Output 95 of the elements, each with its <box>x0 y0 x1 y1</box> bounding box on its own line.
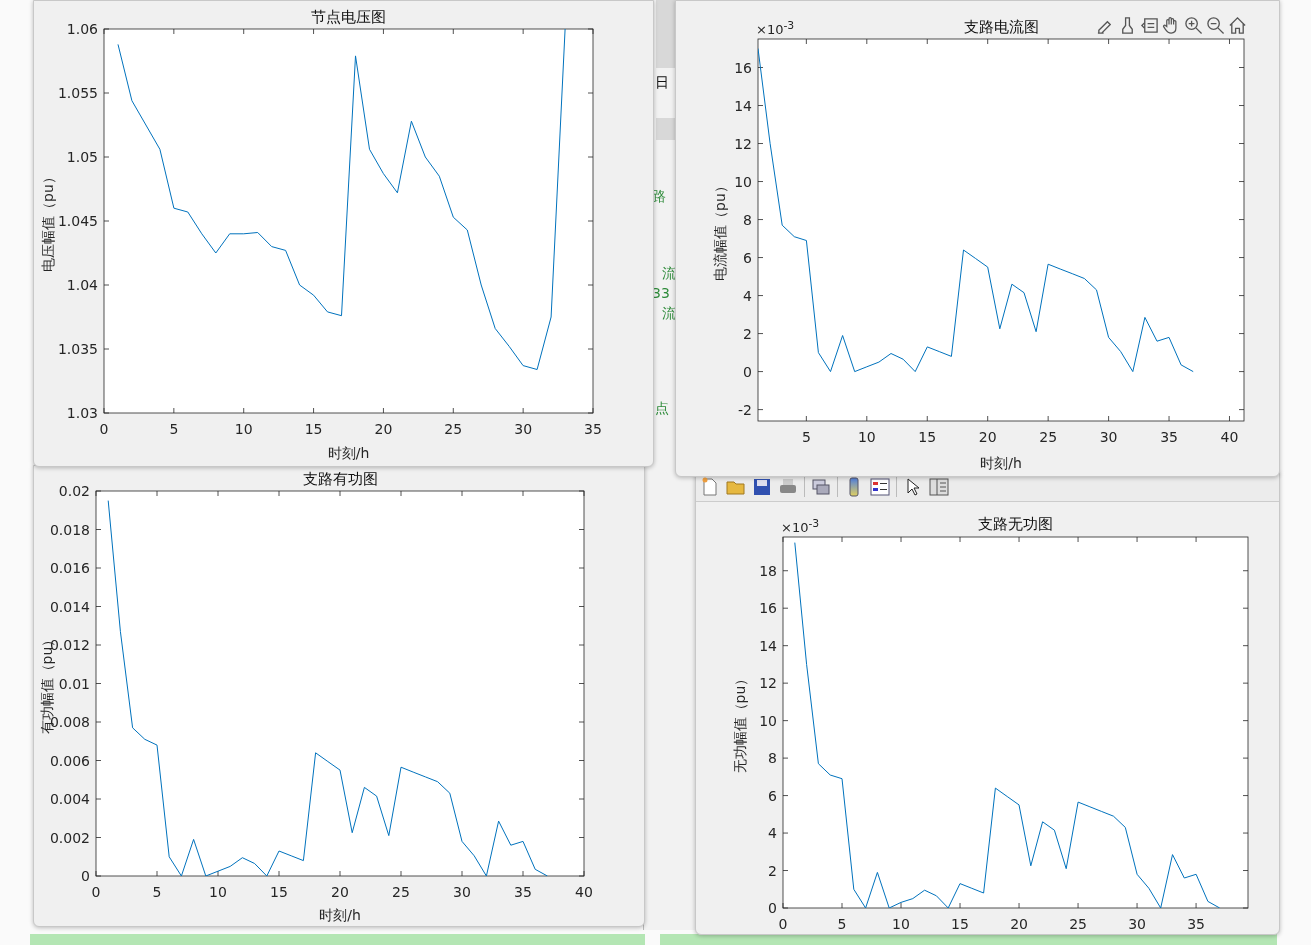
code-text: 流 <box>662 304 676 322</box>
tick-label: 20 <box>374 421 393 437</box>
zoom-in-icon[interactable] <box>1184 16 1203 35</box>
tick-label: 35 <box>1160 429 1178 445</box>
tick-label: 0 <box>99 421 109 437</box>
axis-label: 电压幅值（pu） <box>40 170 56 272</box>
code-text: 33 <box>652 284 670 302</box>
tick-label: 5 <box>152 884 162 900</box>
tick-label: 15 <box>304 421 323 437</box>
link-icon[interactable] <box>811 477 831 497</box>
tick-label: 5 <box>837 916 847 932</box>
tick-label: 20 <box>331 884 349 900</box>
tick-label: 0.016 <box>49 560 90 576</box>
tick-label: 5 <box>801 429 811 445</box>
axis-label: 时刻/h <box>319 907 361 923</box>
tick-label: 35 <box>1187 916 1205 932</box>
chart-title: 支路电流图 <box>963 18 1039 36</box>
tick-label: 1.035 <box>57 341 98 357</box>
tick-label: 25 <box>1069 916 1087 932</box>
tick-label: 0.02 <box>58 483 90 499</box>
save-icon[interactable] <box>752 477 772 497</box>
tick-label: 15 <box>270 884 288 900</box>
tick-label: 0.014 <box>49 598 90 615</box>
tick-label: 25 <box>392 884 410 900</box>
tick-label: 16 <box>734 59 752 76</box>
tick-label: 10 <box>734 173 752 190</box>
tick-label: 15 <box>951 916 969 932</box>
tick-label: 1.03 <box>66 405 98 421</box>
axis-label: 时刻/h <box>980 455 1022 471</box>
tick-label: 0.018 <box>49 521 90 538</box>
tick-label: 6 <box>743 249 752 266</box>
axis-label: 电流幅值（pu） <box>712 179 728 281</box>
axis-label: 时刻/h <box>327 445 370 461</box>
tick-label: 10 <box>209 884 227 900</box>
new-file-icon[interactable] <box>700 477 720 497</box>
tick-label: 12 <box>759 675 777 692</box>
tick-label: 1.045 <box>57 213 98 229</box>
home-icon[interactable] <box>1228 16 1247 35</box>
tick-label: 15 <box>918 429 937 445</box>
tick-label: 30 <box>514 421 533 437</box>
tick-label: 35 <box>584 421 602 437</box>
tick-label: 12 <box>734 135 752 152</box>
tick-label: 40 <box>1220 429 1239 445</box>
tick-label: 0 <box>91 884 101 900</box>
tick-label: 18 <box>759 562 777 579</box>
panel-icon[interactable] <box>929 477 949 497</box>
tick-label: 5 <box>169 421 179 437</box>
tick-label: 2 <box>743 325 752 342</box>
tick-label: 4 <box>768 825 777 842</box>
chart-title: 节点电压图 <box>311 8 386 26</box>
legend-icon[interactable] <box>870 477 890 497</box>
code-text: 日 <box>655 73 669 91</box>
zoom-out-icon[interactable] <box>1206 16 1225 35</box>
tick-label: 35 <box>514 884 532 900</box>
tick-label: 40 <box>575 884 593 900</box>
tick-label: 10 <box>857 429 876 445</box>
tick-label: 14 <box>759 637 777 654</box>
tick-label: 1.05 <box>66 149 98 165</box>
exponent-label: ×10$^{-3}$ <box>756 19 795 38</box>
chart-title: 支路有功图 <box>302 470 378 488</box>
tick-label: 30 <box>1099 429 1118 445</box>
exponent-label: ×10$^{-3}$ <box>781 517 820 536</box>
tick-label: 8 <box>768 750 777 767</box>
tick-label: 10 <box>892 916 910 932</box>
tick-label: 0 <box>81 868 90 884</box>
axis-label: 无功幅值（pu） <box>732 671 748 774</box>
code-text: 点 <box>655 399 669 417</box>
tick-label: 16 <box>759 600 777 617</box>
tick-label: 1.06 <box>66 21 98 37</box>
tick-label: -2 <box>738 401 752 418</box>
legend-icon[interactable] <box>1140 16 1159 35</box>
tick-label: 30 <box>453 884 471 900</box>
tick-label: 10 <box>234 421 253 437</box>
tick-label: 20 <box>978 429 997 445</box>
tick-label: 14 <box>734 97 752 114</box>
tick-label: 0.002 <box>49 829 90 846</box>
tick-label: 30 <box>1128 916 1146 932</box>
tick-label: 10 <box>759 712 777 729</box>
tick-label: 0 <box>778 916 788 932</box>
tick-label: 2 <box>768 862 777 879</box>
tick-label: 20 <box>1010 916 1028 932</box>
tick-label: 0.01 <box>58 675 90 692</box>
tick-label: 1.055 <box>57 85 98 101</box>
tick-label: 4 <box>743 287 752 304</box>
tick-label: 25 <box>444 421 463 437</box>
tick-label: 25 <box>1039 429 1058 445</box>
tick-label: 0.004 <box>49 791 90 807</box>
tick-label: 0 <box>743 363 752 380</box>
tick-label: 6 <box>768 787 777 804</box>
tick-label: 0.006 <box>49 752 90 769</box>
tick-label: 8 <box>743 211 752 228</box>
chart-title: 支路无功图 <box>978 515 1053 533</box>
code-text: 流 <box>662 264 676 282</box>
tick-label: 1.04 <box>66 277 98 293</box>
tick-label: 0 <box>768 900 777 916</box>
